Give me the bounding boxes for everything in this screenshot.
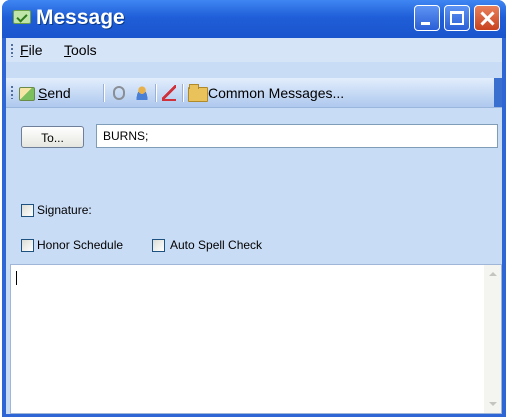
toolbar-separator	[103, 84, 104, 102]
window-title: Message	[36, 6, 125, 29]
minimize-button[interactable]	[414, 5, 440, 31]
message-body-textarea[interactable]	[10, 264, 502, 414]
paperclip-icon[interactable]	[113, 86, 125, 100]
menu-bar: File Tools	[6, 38, 502, 62]
toolbar-overflow-chevron-icon[interactable]	[494, 78, 502, 107]
maximize-button[interactable]	[444, 5, 470, 31]
message-window: Message File Tools Send Common Messages.…	[2, 0, 506, 417]
menu-file-accel: F	[20, 42, 29, 58]
vertical-scrollbar[interactable]	[484, 265, 501, 413]
toolbar-separator	[155, 84, 156, 102]
close-button[interactable]	[474, 5, 500, 31]
message-app-icon	[13, 10, 31, 24]
toolbar: Send Common Messages...	[6, 78, 502, 108]
signature-label: Signature:	[37, 203, 92, 217]
to-button[interactable]: To...	[21, 126, 84, 148]
scroll-down-icon[interactable]	[485, 396, 500, 411]
menu-file[interactable]: File	[20, 42, 43, 58]
auto-spell-check-checkbox[interactable]	[152, 239, 165, 252]
title-bar[interactable]: Message	[2, 0, 506, 38]
toolbar-separator	[182, 84, 183, 102]
scroll-up-icon[interactable]	[485, 267, 500, 282]
send-icon[interactable]	[19, 87, 35, 101]
send-label: end	[47, 85, 71, 101]
common-messages-button[interactable]: Common Messages...	[208, 85, 344, 101]
menu-tools-accel: T	[64, 42, 71, 58]
menu-tools[interactable]: Tools	[64, 42, 97, 58]
auto-spell-check-label: Auto Spell Check	[170, 238, 263, 252]
address-book-icon[interactable]	[135, 86, 149, 100]
menubar-grip-icon[interactable]	[11, 44, 13, 57]
menu-tools-label: ools	[71, 42, 97, 58]
folder-icon[interactable]	[188, 84, 208, 102]
honor-schedule-checkbox[interactable]	[21, 239, 34, 252]
text-caret	[16, 271, 17, 285]
to-field[interactable]: BURNS;	[96, 124, 498, 148]
client-area: File Tools Send Common Messages... To...…	[6, 38, 502, 414]
spell-check-icon[interactable]	[162, 85, 176, 101]
send-accel: S	[38, 85, 48, 101]
signature-checkbox[interactable]	[21, 204, 34, 217]
honor-schedule-label: Honor Schedule	[37, 238, 124, 252]
send-button[interactable]: Send	[38, 85, 71, 101]
toolbar-grip-icon[interactable]	[11, 86, 13, 99]
menu-file-label: ile	[28, 42, 43, 58]
